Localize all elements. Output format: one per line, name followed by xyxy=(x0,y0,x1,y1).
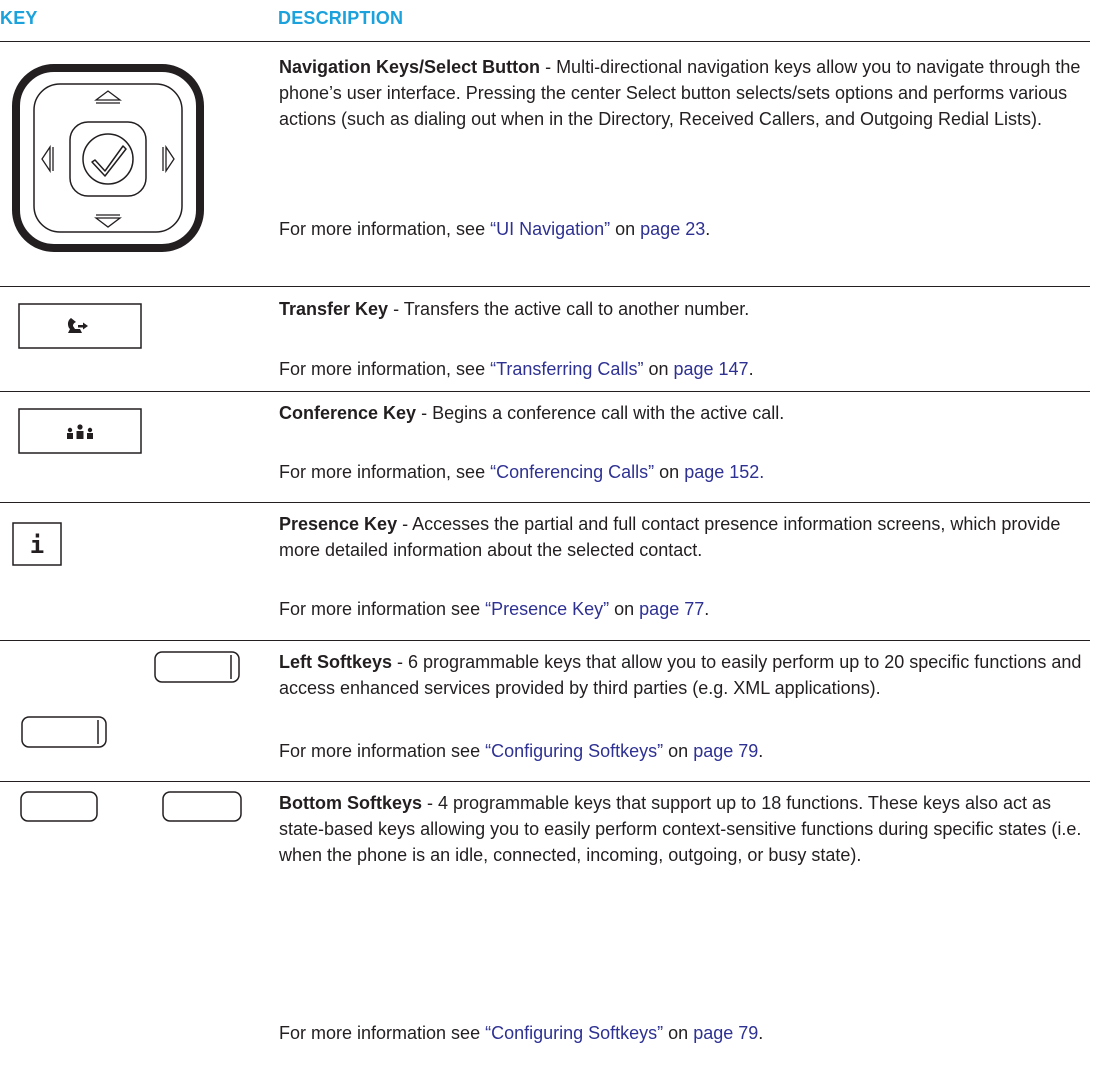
table-row-bottom-softkeys: Bottom Softkeys - 4 programmable keys th… xyxy=(0,782,1104,1065)
table-row-conference: Conference Key - Begins a conference cal… xyxy=(0,392,1104,502)
page-link[interactable]: page 79 xyxy=(693,1023,758,1043)
page-link[interactable]: page 147 xyxy=(673,359,748,379)
configuring-softkeys-link[interactable]: “Configuring Softkeys” xyxy=(485,1023,663,1043)
more-info-line: For more information, see “Transferring … xyxy=(279,359,754,379)
page-link[interactable]: page 152. xyxy=(684,462,764,482)
presence-key-link[interactable]: “Presence Key” xyxy=(485,599,609,619)
ui-navigation-link[interactable]: “UI Navigation” xyxy=(490,219,610,239)
more-info-line: For more information see “Configuring So… xyxy=(279,1023,764,1043)
left-softkeys-description: Left Softkeys - 6 programmable keys that… xyxy=(279,652,1082,698)
bottom-softkeys-description: Bottom Softkeys - 4 programmable keys th… xyxy=(279,793,1082,865)
more-info-line: For more information, see “Conferencing … xyxy=(279,462,765,482)
transfer-key-icon xyxy=(18,303,142,349)
presence-description: Presence Key - Accesses the partial and … xyxy=(279,514,1061,560)
conference-description: Conference Key - Begins a conference cal… xyxy=(279,403,785,423)
left-softkeys-icon xyxy=(0,641,260,781)
more-info-line: For more information see “Presence Key” … xyxy=(279,599,710,619)
table-row-left-softkeys: Left Softkeys - 6 programmable keys that… xyxy=(0,641,1104,781)
table-row-transfer: Transfer Key - Transfers the active call… xyxy=(0,287,1104,391)
more-info-line: For more information, see “UI Navigation… xyxy=(279,219,711,239)
page-link[interactable]: page 79 xyxy=(693,741,758,761)
row-title: Conference Key xyxy=(279,403,417,423)
row-title: Bottom Softkeys xyxy=(279,793,423,813)
transfer-description: Transfer Key - Transfers the active call… xyxy=(279,299,750,319)
conferencing-calls-link[interactable]: “Conferencing Calls” xyxy=(490,462,654,482)
transferring-calls-link[interactable]: “Transferring Calls” xyxy=(490,359,643,379)
row-title: Transfer Key xyxy=(279,299,389,319)
presence-key-icon: i xyxy=(12,522,62,566)
info-glyph: i xyxy=(30,531,44,559)
table-header: KEY DESCRIPTION xyxy=(0,0,1104,42)
bottom-softkeys-icon xyxy=(0,782,260,842)
navigation-keys-select-button-icon xyxy=(12,64,212,254)
row-title: Left Softkeys xyxy=(279,652,393,672)
row-title: Presence Key xyxy=(279,514,398,534)
configuring-softkeys-link[interactable]: “Configuring Softkeys” xyxy=(485,741,663,761)
description-column-header: DESCRIPTION xyxy=(278,8,404,28)
row-description: Transfers the active call to another num… xyxy=(403,299,750,319)
row-description: Begins a conference call with the active… xyxy=(432,403,785,423)
navigation-description: Navigation Keys/Select Button - Multi-di… xyxy=(279,57,1081,129)
page-link[interactable]: page 23 xyxy=(640,219,705,239)
table-row-navigation: Navigation Keys/Select Button - Multi-di… xyxy=(0,42,1104,286)
page-link[interactable]: page 77 xyxy=(639,599,704,619)
key-column-header: KEY xyxy=(0,8,38,28)
table-row-presence: i Presence Key - Accesses the partial an… xyxy=(0,503,1104,640)
conference-key-icon xyxy=(18,408,142,454)
more-info-line: For more information see “Configuring So… xyxy=(279,741,764,761)
row-title: Navigation Keys/Select Button xyxy=(279,57,541,77)
